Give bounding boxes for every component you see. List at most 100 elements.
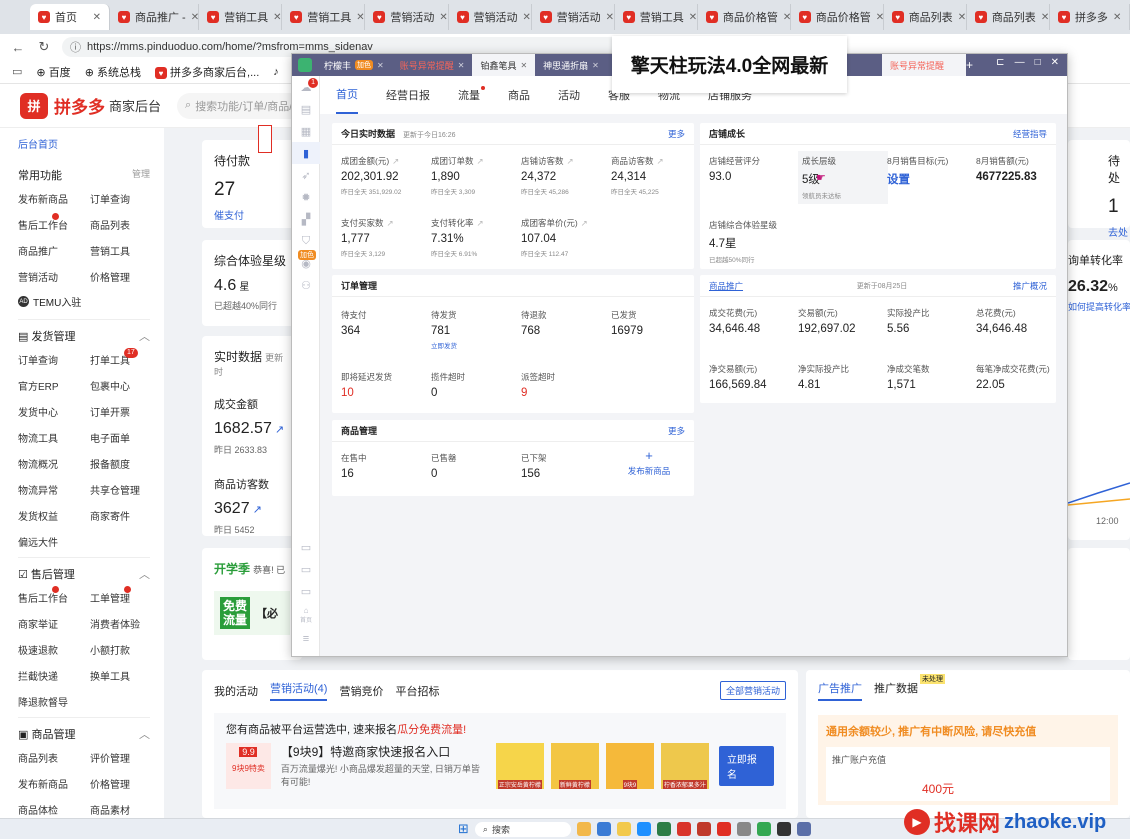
- tab-ad-promo[interactable]: 广告推广: [818, 680, 862, 701]
- sidebar-item[interactable]: 营销活动: [18, 269, 90, 284]
- taskbar-app-icon[interactable]: [756, 822, 771, 836]
- client-tab[interactable]: 柠檬丰 加色 ✕: [316, 54, 392, 76]
- box-icon[interactable]: ▭: [292, 580, 320, 602]
- browser-tab[interactable]: ♥ 营销活动 ✕: [449, 4, 532, 30]
- client-nav-item[interactable]: 首页: [336, 76, 358, 114]
- pin-icon[interactable]: ⊏: [996, 57, 1004, 68]
- sidebar-item[interactable]: 发布新商品: [18, 191, 90, 206]
- taskbar-search[interactable]: ⌕ 搜索: [474, 821, 571, 837]
- chevron-up-icon[interactable]: ︿: [139, 566, 150, 582]
- grid-icon[interactable]: ▞: [292, 208, 320, 230]
- close-icon[interactable]: ✕: [523, 12, 531, 23]
- taskbar-app-icon[interactable]: [716, 822, 731, 836]
- browser-tab[interactable]: ♥ 商品推广 - ✕: [110, 4, 200, 30]
- sidebar-item[interactable]: 评价管理: [90, 750, 162, 765]
- menu-icon[interactable]: ≡: [292, 628, 320, 650]
- client-tab[interactable]: 账号异常提醒✕: [392, 54, 473, 76]
- signup-button[interactable]: 立即报名: [718, 746, 774, 786]
- sidebar-item[interactable]: 物流工具: [18, 430, 90, 445]
- sidebar-item[interactable]: 价格管理: [90, 269, 162, 284]
- doc-icon[interactable]: ▤: [292, 98, 320, 120]
- tiktok-icon[interactable]: ♪: [273, 66, 279, 78]
- sidebar-item[interactable]: 物流概况: [18, 456, 90, 471]
- sidebar-item[interactable]: 商家寄件: [90, 508, 162, 523]
- client-tab[interactable]: 账号异常提醒: [882, 54, 966, 76]
- realtime-more-link[interactable]: 更多: [668, 128, 685, 140]
- sidebar-item[interactable]: 商品体检: [18, 802, 90, 817]
- sidebar-item[interactable]: 打单工具 17: [90, 348, 162, 367]
- sidebar-item[interactable]: 包裹中心: [90, 378, 162, 393]
- browser-tab[interactable]: ♥ 营销工具 ✕: [282, 4, 366, 30]
- chat-icon[interactable]: ☁ 1: [292, 76, 320, 98]
- bookmark-pdd[interactable]: ♥ 拼多多商家后台,...: [154, 64, 259, 80]
- chart-icon[interactable]: ▮: [292, 142, 320, 164]
- list-icon[interactable]: ▦: [292, 120, 320, 142]
- sidebar-item[interactable]: 降退款督导: [18, 694, 90, 709]
- close-icon[interactable]: ✕: [876, 12, 883, 23]
- product-thumbnail[interactable]: 柠香浓郁果多汁: [660, 743, 709, 789]
- sidebar-item[interactable]: 营销工具: [90, 243, 162, 258]
- browser-tab[interactable]: ♥ 商品价格管 ✕: [698, 4, 791, 30]
- close-icon[interactable]: ✕: [191, 12, 198, 23]
- taskbar-app-icon[interactable]: [616, 822, 631, 836]
- product-thumbnail[interactable]: 正宗安岳黄柠檬: [495, 743, 544, 789]
- taskbar-app-icon[interactable]: [576, 822, 591, 836]
- chevron-up-icon[interactable]: ︿: [139, 328, 150, 344]
- tab-tender[interactable]: 平台招标: [395, 683, 439, 699]
- client-nav-item[interactable]: 商品: [508, 76, 530, 114]
- manage-link[interactable]: 管理: [132, 167, 150, 183]
- sidebar-item[interactable]: 换单工具: [90, 668, 162, 683]
- close-icon[interactable]: ✕: [689, 12, 697, 23]
- close-icon[interactable]: ✕: [356, 12, 364, 23]
- close-icon[interactable]: ✕: [273, 12, 281, 23]
- pending-pay-card[interactable]: 待付款 27 催支付: [202, 140, 302, 228]
- bookmark-baidu[interactable]: ⊕ 百度: [36, 64, 70, 80]
- add-tab-icon[interactable]: +: [966, 58, 973, 72]
- sidebar-item[interactable]: 物流异常: [18, 482, 90, 497]
- sidebar-item[interactable]: 商家举证: [18, 616, 90, 631]
- urge-pay-link[interactable]: 催支付: [214, 207, 290, 222]
- all-activities-button[interactable]: 全部营销活动: [719, 681, 786, 700]
- sidebar-item[interactable]: 发布新商品: [18, 776, 90, 791]
- client-nav-item[interactable]: 流量: [458, 76, 485, 114]
- publish-goods-button[interactable]: + 发布新商品: [624, 449, 674, 477]
- sidebar-item[interactable]: 订单开票: [90, 404, 162, 419]
- recharge-box[interactable]: 推广账户充值 400元: [826, 747, 1110, 801]
- sidebar-item[interactable]: 售后工作台: [18, 213, 90, 232]
- taskbar-app-icon[interactable]: [596, 822, 611, 836]
- sidebar-item[interactable]: 商品列表: [90, 217, 162, 232]
- browser-tab[interactable]: ♥ 商品价格管 ✕: [791, 4, 884, 30]
- back-icon[interactable]: ←: [10, 40, 26, 55]
- maximize-icon[interactable]: □: [1035, 57, 1041, 68]
- sidebar-temu[interactable]: AD TEMU入驻: [18, 294, 164, 309]
- browser-tab[interactable]: ♥ 营销工具 ✕: [615, 4, 698, 30]
- taskbar-app-icon[interactable]: [676, 822, 691, 836]
- tag-icon[interactable]: ◉ 加色: [292, 250, 320, 274]
- sidebar-item[interactable]: 发货权益: [18, 508, 90, 523]
- sidebar-item[interactable]: 订单查询: [18, 352, 90, 367]
- browser-tab[interactable]: ♥ 商品列表 ✕: [884, 4, 967, 30]
- shield-icon[interactable]: ⛉: [292, 230, 320, 252]
- sidebar-item[interactable]: 发货中心: [18, 404, 90, 419]
- tab-product-promo[interactable]: 商品推广: [709, 280, 743, 292]
- calendar-icon[interactable]: ▭: [292, 536, 320, 558]
- sidebar-item[interactable]: 价格管理: [90, 776, 162, 791]
- bookmark-system[interactable]: ⊕ 系统总栈: [85, 64, 141, 80]
- close-icon[interactable]: ✕: [1051, 57, 1059, 68]
- taskbar-app-icon[interactable]: [696, 822, 711, 836]
- chevron-up-icon[interactable]: ︿: [139, 726, 150, 742]
- goods-more-link[interactable]: 更多: [668, 425, 685, 437]
- sidebar-item[interactable]: 报备额度: [90, 456, 162, 471]
- client-tab[interactable]: 铂鑫笔具 ✕: [472, 54, 536, 76]
- close-icon[interactable]: ✕: [377, 61, 384, 70]
- minimize-icon[interactable]: —: [1015, 57, 1025, 68]
- client-nav-item[interactable]: 活动: [558, 76, 580, 114]
- close-icon[interactable]: ✕: [1041, 12, 1049, 23]
- tab-marketing[interactable]: 营销活动(4): [270, 680, 328, 701]
- flame-icon[interactable]: ✹: [292, 186, 320, 208]
- browser-tab[interactable]: ♥ 首页 ✕: [30, 4, 110, 30]
- reload-icon[interactable]: ↻: [36, 39, 52, 55]
- home-icon[interactable]: ⌂ 首页: [292, 602, 320, 628]
- close-icon[interactable]: ✕: [439, 12, 447, 23]
- browser-tab[interactable]: ♥ 营销工具 ✕: [199, 4, 283, 30]
